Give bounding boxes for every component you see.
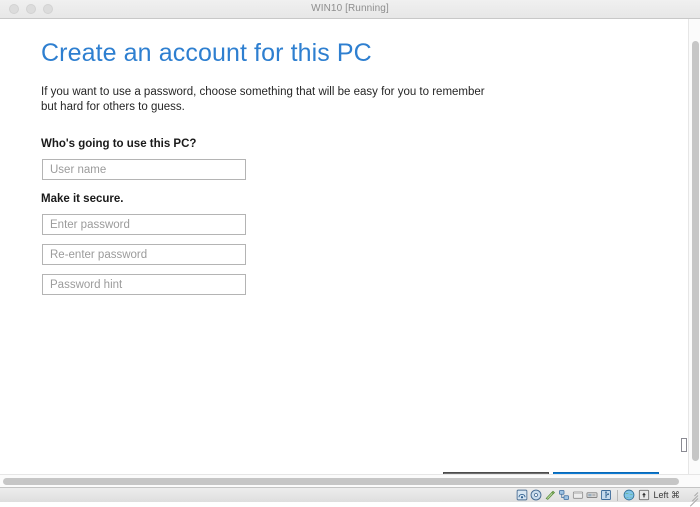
mouse-capture-icon[interactable]	[638, 489, 650, 501]
minimize-button[interactable]	[26, 4, 36, 14]
make-it-secure-label: Make it secure.	[41, 193, 124, 205]
password-hint-input[interactable]	[42, 274, 246, 295]
usb-icon[interactable]	[600, 489, 612, 501]
host-key-group: Left ⌘	[623, 489, 680, 501]
display-icon[interactable]	[586, 489, 598, 501]
status-icon-group: Left ⌘	[516, 489, 699, 507]
page-title: Create an account for this PC	[41, 39, 372, 67]
resize-grip[interactable]	[686, 489, 699, 507]
windows-oobe-account-page: Create an account for this PC If you wan…	[0, 19, 688, 474]
shared-folders-icon[interactable]	[572, 489, 584, 501]
reenter-password-input[interactable]	[42, 244, 246, 265]
vertical-scrollbar-thumb[interactable]	[692, 41, 699, 461]
close-button[interactable]	[9, 4, 19, 14]
horizontal-scrollbar-thumb[interactable]	[3, 478, 679, 485]
optical-disk-icon[interactable]	[530, 489, 542, 501]
globe-icon[interactable]	[623, 489, 635, 501]
window-title: WIN10 [Running]	[311, 3, 389, 14]
maximize-button[interactable]	[43, 4, 53, 14]
window-titlebar: WIN10 [Running]	[0, 0, 700, 19]
hard-disk-icon[interactable]	[516, 489, 528, 501]
traffic-light-buttons	[0, 4, 53, 14]
guest-screen: Create an account for this PC If you wan…	[0, 19, 700, 474]
virtualbox-status-bar: Left ⌘	[0, 487, 700, 507]
username-label: Who's going to use this PC?	[41, 138, 197, 150]
horizontal-scrollbar[interactable]	[0, 474, 700, 487]
user-name-input[interactable]	[42, 159, 246, 180]
page-description: If you want to use a password, choose so…	[41, 86, 485, 113]
text-cursor	[681, 438, 687, 452]
floppy-disk-icon[interactable]	[544, 489, 556, 501]
status-separator	[617, 489, 619, 501]
network-icon[interactable]	[558, 489, 570, 501]
enter-password-input[interactable]	[42, 214, 246, 235]
vertical-scrollbar[interactable]	[688, 19, 700, 474]
host-key-label: Left ⌘	[653, 489, 680, 500]
virtualbox-vm-window: WIN10 [Running] Create an account for th…	[0, 0, 700, 507]
